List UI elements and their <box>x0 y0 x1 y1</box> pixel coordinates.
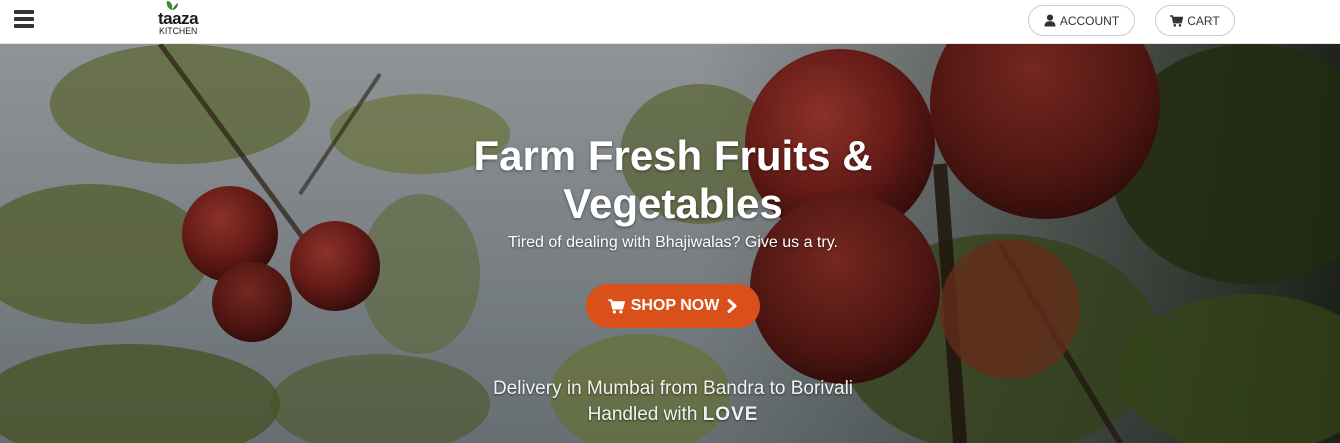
delivery-area-text: Delivery in Mumbai from Bandra to Boriva… <box>492 378 854 399</box>
logo-subtitle: KITCHEN <box>159 26 198 37</box>
account-label: ACCOUNT <box>1059 13 1120 28</box>
top-navbar: taaza KITCHEN ACCOUNT CART <box>0 0 1340 44</box>
cart-icon <box>1170 14 1184 27</box>
cart-icon <box>608 298 625 314</box>
account-button[interactable]: ACCOUNT <box>1028 5 1135 36</box>
hero-title: Farm Fresh Fruits & Vegetables <box>473 132 873 227</box>
shop-now-label: SHOP NOW <box>630 297 720 314</box>
taaza-kitchen-logo[interactable]: taaza KITCHEN <box>156 0 216 42</box>
hamburger-menu-icon[interactable] <box>14 10 36 30</box>
hero-subtitle: Tired of dealing with Bhajiwalas? Give u… <box>508 234 838 251</box>
cart-label: CART <box>1187 13 1220 28</box>
user-icon <box>1044 14 1056 27</box>
handled-with-love-text: Handled with LOVE <box>373 401 973 429</box>
shop-now-button[interactable]: SHOP NOW <box>586 284 760 328</box>
hero-banner: Farm Fresh Fruits & Vegetables Tired of … <box>0 44 1340 443</box>
chevron-right-icon <box>727 299 738 313</box>
handled-prefix: Handled with <box>587 404 698 425</box>
cart-button[interactable]: CART <box>1155 5 1235 36</box>
love-emphasis: LOVE <box>702 404 759 425</box>
logo-wordmark: taaza <box>158 9 199 28</box>
